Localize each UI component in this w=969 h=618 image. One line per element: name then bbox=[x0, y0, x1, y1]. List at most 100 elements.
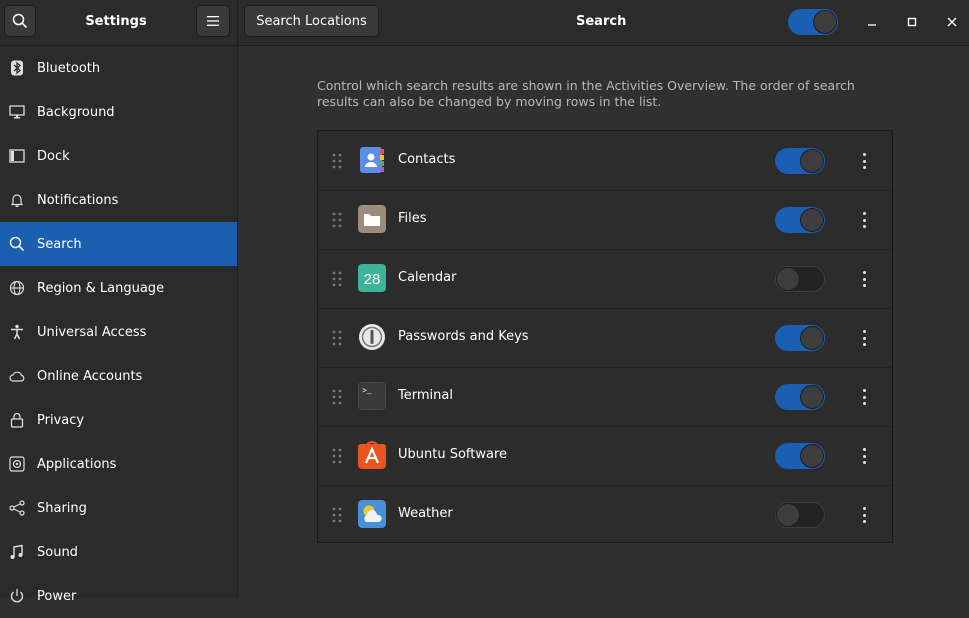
ubuntu-software-icon bbox=[358, 441, 386, 469]
sidebar-item-label: Power bbox=[37, 588, 77, 604]
sidebar-item-label: Sound bbox=[37, 544, 78, 560]
pane-divider bbox=[237, 0, 238, 598]
sidebar-item-label: Universal Access bbox=[37, 324, 147, 340]
calendar-toggle[interactable] bbox=[775, 266, 825, 292]
list-item[interactable]: Contacts bbox=[318, 131, 892, 191]
list-item[interactable]: 28 Calendar bbox=[318, 249, 892, 309]
hamburger-icon bbox=[207, 16, 219, 26]
sidebar-header: Settings bbox=[0, 0, 237, 46]
drag-handle-icon[interactable] bbox=[332, 153, 342, 169]
sidebar-item-label: Search bbox=[37, 236, 82, 252]
sidebar-item-region-language[interactable]: Region & Language bbox=[0, 266, 237, 310]
minimize-button[interactable] bbox=[864, 14, 880, 30]
sidebar-item-power[interactable]: Power bbox=[0, 574, 237, 618]
display-icon bbox=[9, 105, 25, 119]
list-item[interactable]: Weather bbox=[318, 485, 892, 544]
sidebar-item-sharing[interactable]: Sharing bbox=[0, 486, 237, 530]
more-options-icon[interactable] bbox=[858, 507, 870, 523]
sidebar-item-applications[interactable]: Applications bbox=[0, 442, 237, 486]
minimize-icon bbox=[868, 24, 876, 26]
lock-icon bbox=[10, 412, 24, 428]
contacts-icon bbox=[360, 147, 384, 173]
calendar-icon-text: 28 bbox=[364, 271, 381, 288]
calendar-icon: 28 bbox=[358, 264, 386, 292]
maximize-button[interactable] bbox=[904, 14, 920, 30]
sidebar-item-universal-access[interactable]: Universal Access bbox=[0, 310, 237, 354]
drag-handle-icon[interactable] bbox=[332, 330, 342, 346]
main-menu-button[interactable] bbox=[196, 5, 230, 37]
search-locations-button[interactable]: Search Locations bbox=[244, 5, 379, 37]
cloud-icon bbox=[9, 371, 25, 382]
sidebar-item-bluetooth[interactable]: Bluetooth bbox=[0, 46, 237, 90]
more-options-icon[interactable] bbox=[858, 389, 870, 405]
bell-icon bbox=[10, 194, 24, 207]
sidebar-item-label: Online Accounts bbox=[37, 368, 143, 384]
dock-icon bbox=[9, 149, 25, 163]
maximize-icon bbox=[907, 17, 917, 27]
list-item[interactable]: Files bbox=[318, 190, 892, 250]
list-item[interactable]: Passwords and Keys bbox=[318, 308, 892, 368]
drag-handle-icon[interactable] bbox=[332, 212, 342, 228]
power-icon bbox=[10, 589, 24, 603]
page-title: Search bbox=[576, 14, 627, 29]
sidebar-item-label: Privacy bbox=[37, 412, 85, 428]
globe-icon bbox=[9, 280, 25, 296]
passwords-keys-toggle[interactable] bbox=[775, 325, 825, 351]
search-apps-list: Contacts Files 28 Calendar Passwords and… bbox=[317, 130, 893, 543]
more-options-icon[interactable] bbox=[858, 330, 870, 346]
sidebar-item-sound[interactable]: Sound bbox=[0, 530, 237, 574]
drag-handle-icon[interactable] bbox=[332, 448, 342, 464]
app-label: Weather bbox=[398, 506, 453, 521]
ubuntu-software-toggle[interactable] bbox=[775, 443, 825, 469]
sidebar-item-dock[interactable]: Dock bbox=[0, 134, 237, 178]
applications-icon bbox=[9, 456, 25, 472]
app-label: Passwords and Keys bbox=[398, 329, 529, 344]
close-icon bbox=[947, 17, 957, 27]
share-icon bbox=[9, 500, 25, 516]
app-label: Calendar bbox=[398, 270, 457, 285]
sidebar-item-label: Dock bbox=[37, 148, 70, 164]
accessibility-icon bbox=[11, 324, 23, 340]
content-header: Search Locations Search bbox=[238, 0, 969, 46]
sidebar-item-label: Region & Language bbox=[37, 280, 165, 296]
more-options-icon[interactable] bbox=[858, 212, 870, 228]
sidebar-item-label: Bluetooth bbox=[37, 60, 101, 76]
sidebar-item-privacy[interactable]: Privacy bbox=[0, 398, 237, 442]
search-master-toggle[interactable] bbox=[788, 9, 838, 35]
sidebar-item-notifications[interactable]: Notifications bbox=[0, 178, 237, 222]
weather-toggle[interactable] bbox=[775, 502, 825, 528]
sidebar-item-label: Notifications bbox=[37, 192, 119, 208]
weather-icon bbox=[358, 500, 386, 528]
list-item[interactable]: Ubuntu Software bbox=[318, 426, 892, 486]
list-item[interactable]: >_ Terminal bbox=[318, 367, 892, 427]
more-options-icon[interactable] bbox=[858, 153, 870, 169]
terminal-icon-text: >_ bbox=[362, 387, 372, 396]
more-options-icon[interactable] bbox=[858, 448, 870, 464]
files-toggle[interactable] bbox=[775, 207, 825, 233]
music-note-icon bbox=[10, 544, 23, 559]
drag-handle-icon[interactable] bbox=[332, 271, 342, 287]
close-button[interactable] bbox=[944, 14, 960, 30]
app-label: Files bbox=[398, 211, 427, 226]
bluetooth-icon bbox=[11, 60, 23, 76]
sidebar-item-label: Background bbox=[37, 104, 115, 120]
drag-handle-icon[interactable] bbox=[332, 389, 342, 405]
files-icon bbox=[358, 205, 386, 233]
terminal-toggle[interactable] bbox=[775, 384, 825, 410]
passwords-keys-icon bbox=[359, 324, 385, 350]
sidebar: Bluetooth Background Dock Notifications … bbox=[0, 46, 237, 604]
search-description: Control which search results are shown i… bbox=[317, 78, 855, 109]
sidebar-item-background[interactable]: Background bbox=[0, 90, 237, 134]
drag-handle-icon[interactable] bbox=[332, 507, 342, 523]
sidebar-item-label: Sharing bbox=[37, 500, 87, 516]
sidebar-item-label: Applications bbox=[37, 456, 117, 472]
search-icon bbox=[9, 236, 25, 252]
contacts-toggle[interactable] bbox=[775, 148, 825, 174]
app-label: Terminal bbox=[398, 388, 453, 403]
app-label: Ubuntu Software bbox=[398, 447, 508, 462]
sidebar-item-search[interactable]: Search bbox=[0, 222, 237, 266]
sidebar-item-online-accounts[interactable]: Online Accounts bbox=[0, 354, 237, 398]
terminal-icon: >_ bbox=[358, 382, 386, 410]
app-label: Contacts bbox=[398, 152, 456, 167]
more-options-icon[interactable] bbox=[858, 271, 870, 287]
